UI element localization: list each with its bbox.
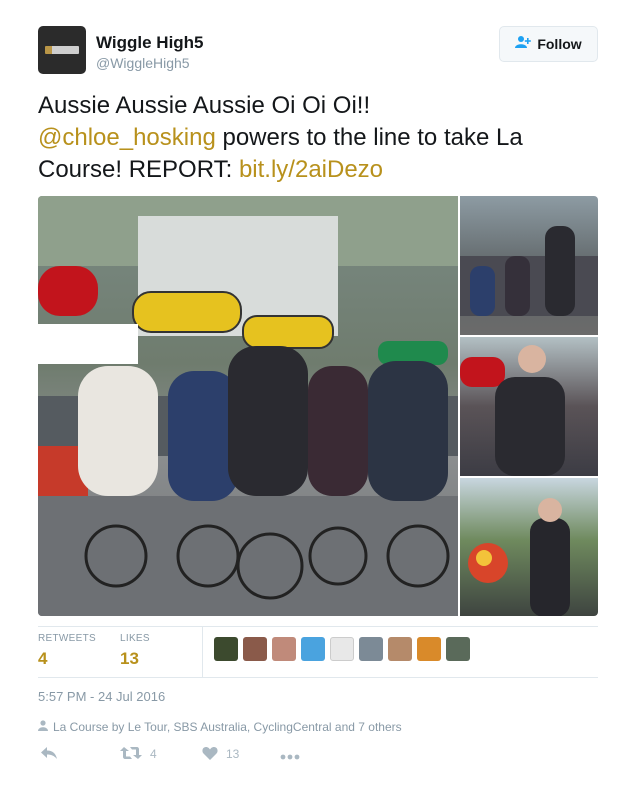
photo-podium-flowers[interactable]	[460, 478, 598, 616]
photo-sprint-finish[interactable]	[38, 196, 458, 616]
report-link[interactable]: bit.ly/2aiDezo	[239, 156, 383, 183]
tweet-stats: RETWEETS 4 LIKES 13	[38, 627, 598, 677]
tweet-context: La Course by Le Tour, SBS Australia, Cyc…	[38, 720, 402, 734]
user-name[interactable]: Wiggle High5	[96, 33, 204, 53]
tweet-text-line: Aussie Aussie Aussie Oi Oi Oi!!	[38, 92, 371, 119]
heart-icon	[202, 745, 218, 763]
likes-count: 13	[120, 649, 139, 668]
likers-list	[214, 637, 470, 661]
tweet-text: Aussie Aussie Aussie Oi Oi Oi!! @chloe_h…	[38, 90, 598, 186]
likes-stat[interactable]: LIKES 13	[120, 633, 150, 669]
add-user-icon	[515, 35, 532, 53]
retweet-count: 4	[150, 747, 157, 761]
more-button[interactable]	[280, 745, 300, 763]
likes-label: LIKES	[120, 633, 150, 644]
person-icon	[38, 720, 48, 734]
retweet-icon	[120, 745, 142, 763]
photo-riders-celebrate[interactable]	[460, 196, 598, 335]
user-handle[interactable]: @WiggleHigh5	[96, 55, 190, 71]
tweet-timestamp[interactable]: 5:57 PM - 24 Jul 2016	[38, 689, 165, 704]
retweets-label: RETWEETS	[38, 633, 96, 644]
stats-separator	[202, 627, 203, 677]
liker-avatar[interactable]	[388, 637, 412, 661]
retweets-count: 4	[38, 649, 48, 668]
liker-avatar[interactable]	[417, 637, 441, 661]
tweet-header: Wiggle High5 @WiggleHigh5 Follow	[38, 26, 598, 78]
reply-icon	[40, 745, 58, 763]
wiggle-logo-icon	[45, 46, 79, 54]
more-icon	[280, 745, 300, 763]
liker-avatar[interactable]	[330, 637, 354, 661]
liker-avatar[interactable]	[214, 637, 238, 661]
reply-button[interactable]	[40, 745, 58, 763]
liker-avatar[interactable]	[446, 637, 470, 661]
liker-avatar[interactable]	[359, 637, 383, 661]
mention-link[interactable]: @chloe_hosking	[38, 124, 216, 151]
liker-avatar[interactable]	[243, 637, 267, 661]
divider-bottom	[38, 677, 598, 678]
like-count: 13	[226, 747, 240, 761]
liker-avatar[interactable]	[272, 637, 296, 661]
tweet-actions: 4 13	[38, 745, 598, 767]
follow-button[interactable]: Follow	[499, 26, 598, 62]
like-button[interactable]: 13	[202, 745, 239, 763]
liker-avatar[interactable]	[301, 637, 325, 661]
context-text[interactable]: La Course by Le Tour, SBS Australia, Cyc…	[53, 720, 402, 734]
media-grid	[38, 196, 598, 616]
retweet-button[interactable]: 4	[120, 745, 157, 763]
photo-winner-cheer[interactable]	[460, 337, 598, 476]
follow-label: Follow	[537, 36, 582, 52]
retweets-stat[interactable]: RETWEETS 4	[38, 633, 96, 669]
avatar[interactable]	[38, 26, 86, 74]
